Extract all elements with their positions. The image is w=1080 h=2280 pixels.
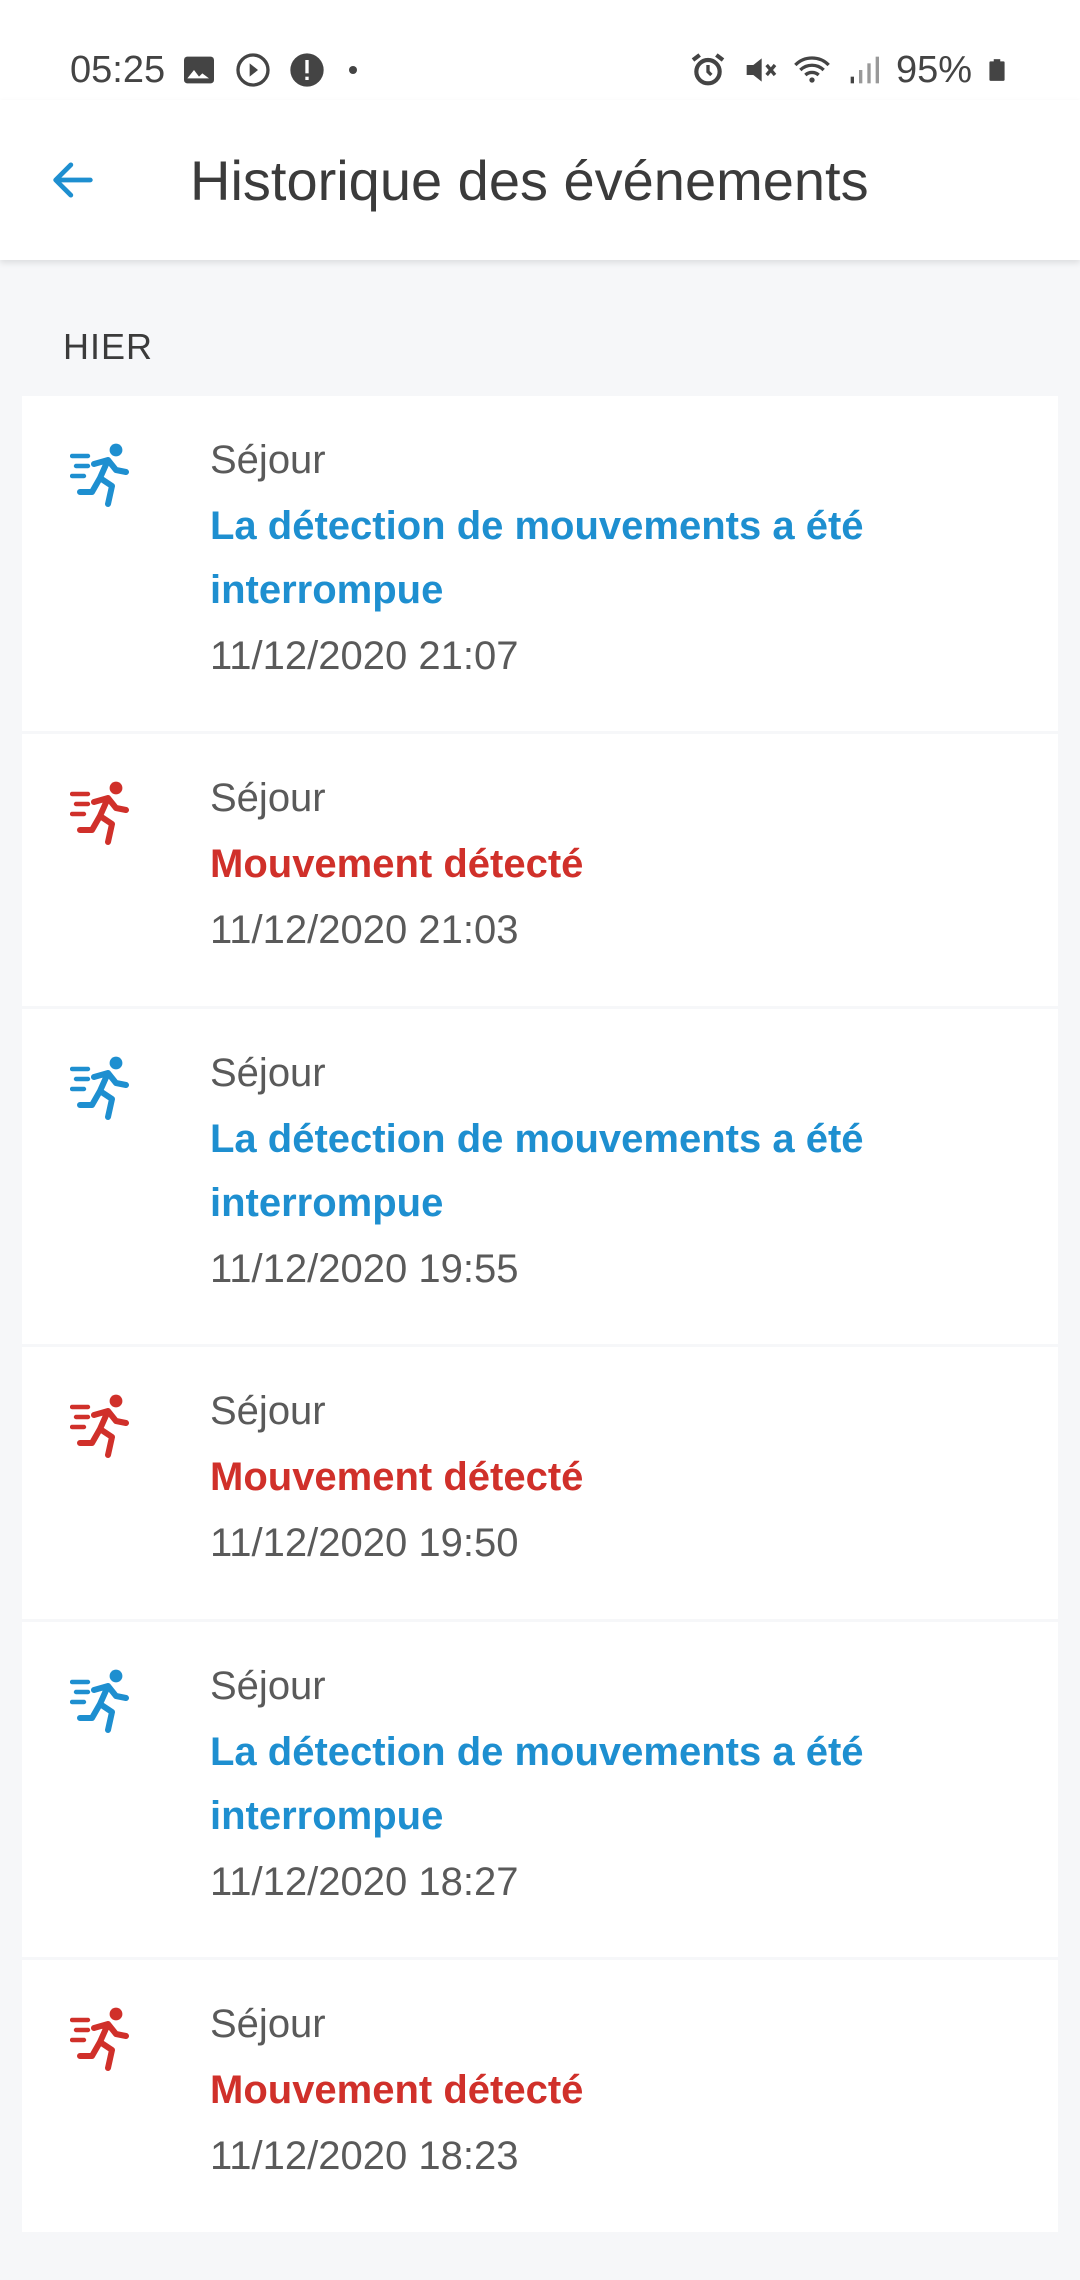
event-room: Séjour xyxy=(210,1051,326,1095)
event-text: Séjour Mouvement détecté 11/12/2020 21:0… xyxy=(210,774,910,1006)
event-message: La détection de mouvements a été interro… xyxy=(210,504,864,612)
mute-icon xyxy=(746,58,777,82)
event-message: La détection de mouvements a été interro… xyxy=(210,1117,864,1225)
battery-percent: 95% xyxy=(895,48,972,91)
dot-icon xyxy=(349,66,358,74)
running-person-icon xyxy=(70,1056,129,1120)
event-text: Séjour La détection de mouvements a été … xyxy=(210,1049,910,1344)
event-text: Séjour La détection de mouvements a été … xyxy=(210,1662,910,1957)
event-time: 11/12/2020 18:27 xyxy=(210,1860,519,1904)
wifi-icon xyxy=(794,56,830,83)
event-row[interactable]: Séjour La détection de mouvements a été … xyxy=(22,1622,1058,1960)
alert-icon xyxy=(290,53,324,87)
event-message: Mouvement détecté xyxy=(210,1455,584,1499)
event-time: 11/12/2020 19:50 xyxy=(210,1521,519,1565)
status-time: 05:25 xyxy=(70,48,166,91)
running-person-icon xyxy=(70,2007,129,2071)
running-person-icon xyxy=(70,1394,129,1458)
media-icon xyxy=(236,53,270,87)
running-person-icon xyxy=(70,1669,129,1733)
event-text: Séjour Mouvement détecté 11/12/2020 18:2… xyxy=(210,2000,910,2232)
section-header: HIER xyxy=(63,326,154,367)
back-button[interactable] xyxy=(28,135,118,225)
running-person-icon xyxy=(70,443,129,507)
back-arrow-icon xyxy=(53,162,93,198)
event-row[interactable]: Séjour Mouvement détecté 11/12/2020 18:2… xyxy=(22,1960,1058,2235)
status-left: 05:25 xyxy=(70,49,365,92)
event-row[interactable]: Séjour Mouvement détecté 11/12/2020 19:5… xyxy=(22,1347,1058,1622)
event-room: Séjour xyxy=(210,438,326,482)
running-person-icon xyxy=(70,781,129,845)
event-message: La détection de mouvements a été interro… xyxy=(210,1730,864,1838)
event-room: Séjour xyxy=(210,2002,326,2046)
event-room: Séjour xyxy=(210,776,326,820)
status-right: 95% xyxy=(688,49,1010,92)
signal-icon xyxy=(850,56,879,84)
event-row[interactable]: Séjour Mouvement détecté 11/12/2020 21:0… xyxy=(22,734,1058,1009)
event-list: Séjour La détection de mouvements a été … xyxy=(22,396,1058,2235)
event-text: Séjour La détection de mouvements a été … xyxy=(210,436,910,731)
event-time: 11/12/2020 19:55 xyxy=(210,1247,519,1291)
event-room: Séjour xyxy=(210,1664,326,1708)
event-message: Mouvement détecté xyxy=(210,842,584,886)
event-message: Mouvement détecté xyxy=(210,2068,584,2112)
battery-icon xyxy=(989,59,1005,81)
event-time: 11/12/2020 21:03 xyxy=(210,908,519,952)
event-text: Séjour Mouvement détecté 11/12/2020 19:5… xyxy=(210,1387,910,1619)
event-row[interactable]: Séjour La détection de mouvements a été … xyxy=(22,396,1058,734)
page-title: Historique des événements xyxy=(190,148,869,212)
event-room: Séjour xyxy=(210,1389,326,1433)
event-time: 11/12/2020 18:23 xyxy=(210,2134,519,2178)
app-bar: Historique des événements xyxy=(0,100,1080,260)
event-row[interactable]: Séjour La détection de mouvements a été … xyxy=(22,1009,1058,1347)
alarm-icon xyxy=(691,53,725,86)
gallery-icon xyxy=(184,56,215,84)
event-time: 11/12/2020 21:07 xyxy=(210,634,519,678)
